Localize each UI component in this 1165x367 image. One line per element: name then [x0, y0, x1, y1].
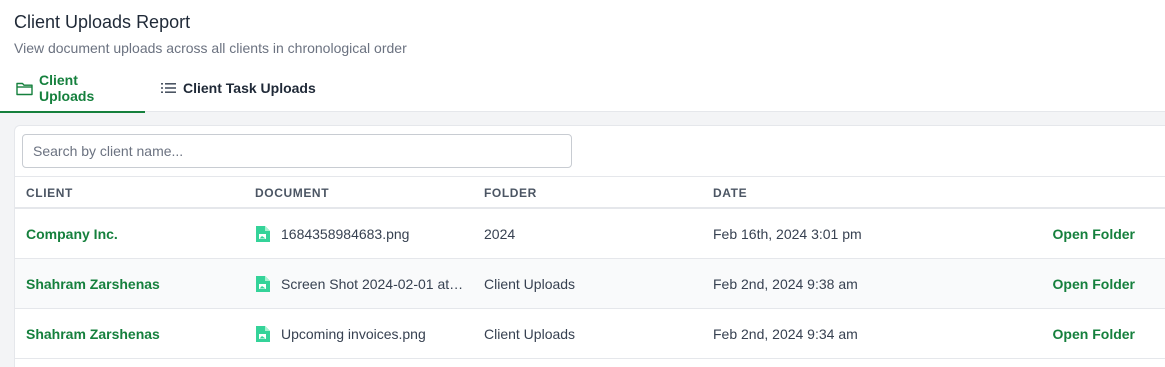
tab-label: Client Task Uploads — [183, 80, 316, 96]
column-header-client: CLIENT — [26, 186, 73, 200]
image-file-icon — [256, 226, 270, 242]
client-link[interactable]: Shahram Zarshenas — [26, 309, 160, 359]
table-row: Company Inc. 1684358984683.png 2024 Feb … — [15, 209, 1165, 259]
date-cell: Feb 2nd, 2024 9:34 am — [713, 326, 858, 342]
tab-client-uploads[interactable]: Client Uploads — [0, 64, 145, 113]
image-file-icon — [256, 326, 270, 342]
document-cell: 1684358984683.png — [255, 209, 465, 259]
client-link[interactable]: Company Inc. — [26, 209, 118, 259]
search-input[interactable] — [22, 134, 572, 168]
tab-bar: Client Uploads Client Task Uploads — [0, 64, 330, 113]
open-folder-link[interactable]: Open Folder — [1053, 259, 1135, 309]
document-name: 1684358984683.png — [281, 226, 410, 242]
document-cell: Screen Shot 2024-02-01 at … — [255, 259, 465, 309]
table-header: CLIENT DOCUMENT FOLDER DATE — [15, 176, 1165, 209]
column-header-date: DATE — [713, 186, 748, 200]
list-icon — [159, 79, 177, 97]
table-row: Shahram Zarshenas Screen Shot 2024-02-01… — [15, 259, 1165, 309]
date-cell: Feb 16th, 2024 3:01 pm — [713, 226, 862, 242]
page: Client Uploads Report View document uplo… — [0, 0, 1165, 367]
document-cell: Upcoming invoices.png — [255, 309, 465, 359]
tab-label: Client Uploads — [39, 72, 95, 104]
open-folder-link[interactable]: Open Folder — [1053, 209, 1135, 259]
client-link[interactable]: Shahram Zarshenas — [26, 259, 160, 309]
document-name: Upcoming invoices.png — [281, 326, 426, 342]
column-header-folder: FOLDER — [484, 186, 537, 200]
open-folder-link[interactable]: Open Folder — [1053, 309, 1135, 359]
folder-cell: 2024 — [484, 226, 516, 242]
page-header: Client Uploads Report View document uplo… — [0, 0, 1165, 113]
date-cell: Feb 2nd, 2024 9:38 am — [713, 276, 858, 292]
folder-cell: Client Uploads — [484, 276, 576, 292]
page-title: Client Uploads Report — [14, 12, 191, 32]
folder-cell: Client Uploads — [484, 326, 576, 342]
image-file-icon — [256, 276, 270, 292]
page-subtitle: View document uploads across all clients… — [14, 40, 407, 56]
table-row: Shahram Zarshenas Upcoming invoices.png … — [15, 309, 1165, 359]
tab-client-task-uploads[interactable]: Client Task Uploads — [145, 64, 330, 112]
document-name: Screen Shot 2024-02-01 at … — [281, 276, 465, 292]
uploads-card: CLIENT DOCUMENT FOLDER DATE Company Inc.… — [14, 125, 1165, 367]
folder-icon — [16, 79, 33, 97]
column-header-document: DOCUMENT — [255, 186, 330, 200]
